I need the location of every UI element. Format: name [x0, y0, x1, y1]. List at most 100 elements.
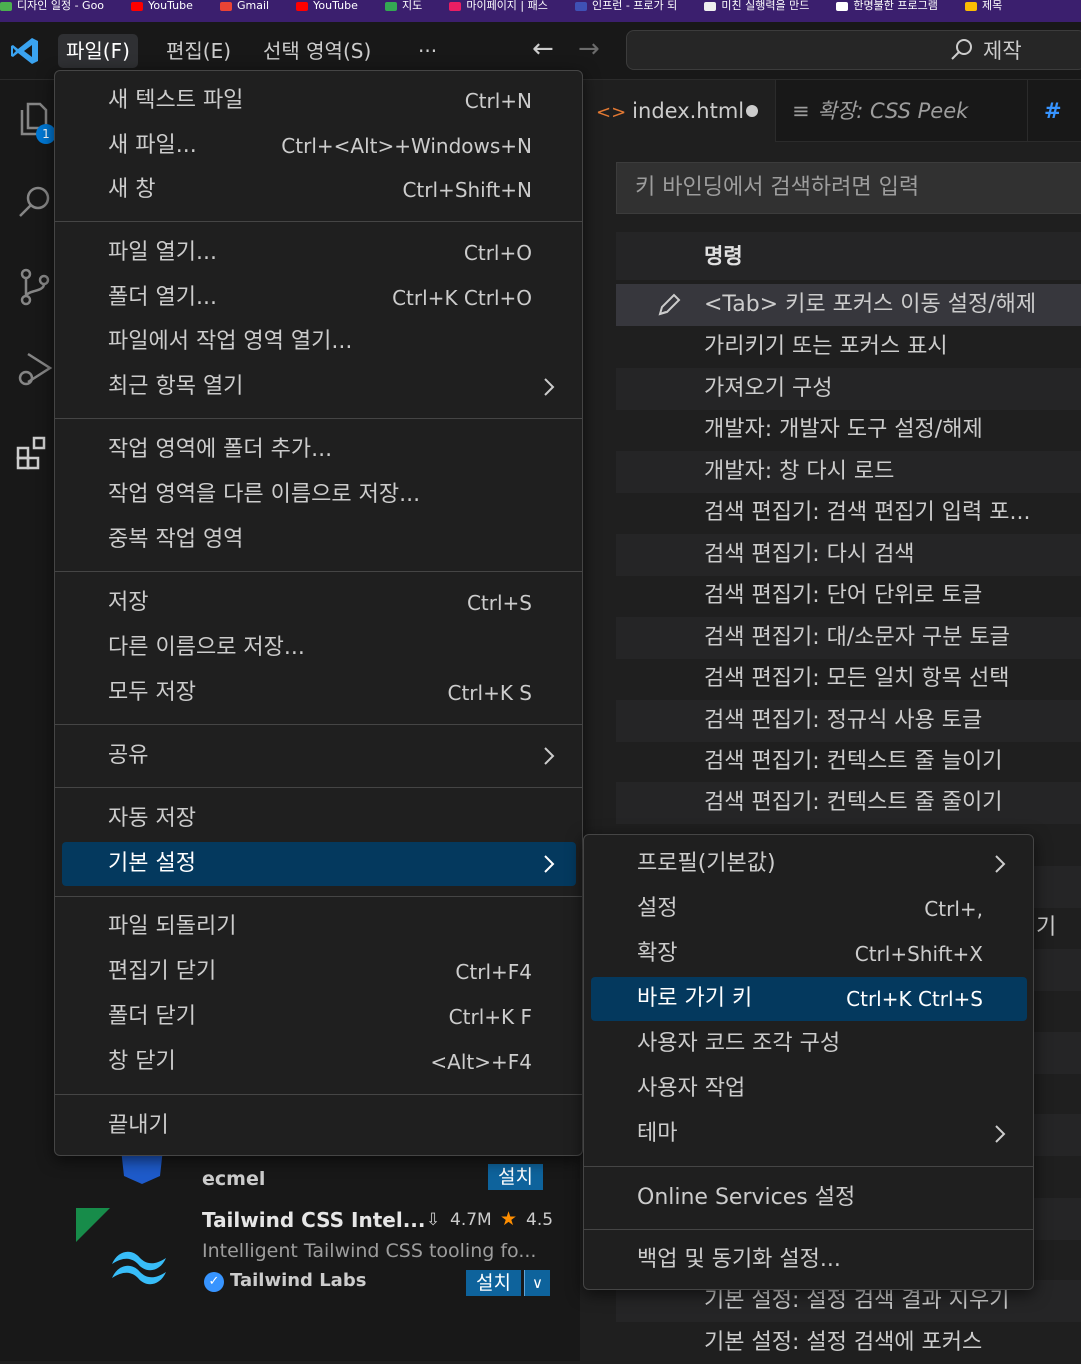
keybinding-row[interactable]: 개발자: 창 다시 로드 [616, 451, 1081, 493]
run-debug-icon[interactable] [14, 348, 56, 390]
tab-index-html[interactable]: <> index.html [580, 80, 776, 142]
command-center-search[interactable]: 제작 [626, 30, 1081, 70]
unsaved-dot-icon[interactable] [746, 105, 758, 117]
menu-separator [55, 896, 582, 897]
menu-item-new-text-file[interactable]: 새 텍스트 파일 Ctrl+N [62, 79, 576, 123]
edit-pencil-icon[interactable] [656, 292, 682, 318]
keybinding-row[interactable]: 검색 편집기: 정규식 사용 토글 [616, 700, 1081, 742]
keybinding-row[interactable]: 가리키기 또는 포커스 표시 [616, 326, 1081, 368]
keybinding-row[interactable]: 검색 편집기: 컨텍스트 줄 줄이기 [616, 782, 1081, 824]
menu-item-theme[interactable]: 테마 [591, 1112, 1027, 1156]
keybinding-row[interactable]: 검색 편집기: 대/소문자 구분 토글 [616, 617, 1081, 659]
keybinding-row[interactable]: <Tab> 키로 포커스 이동 설정/해제 [616, 284, 1081, 326]
keybinding-row[interactable]: 기본 설정: 설정 검색에 포커스 [616, 1322, 1081, 1364]
keybinding-row[interactable]: 검색 편집기: 검색 편집기 입력 포... [616, 492, 1081, 534]
menu-item-profile[interactable]: 프로필(기본값) [591, 842, 1027, 886]
youtube-icon [296, 1, 309, 11]
keybinding-row[interactable]: 개발자: 개발자 도구 설정/해제 [616, 409, 1081, 451]
menu-item-keyboard-shortcuts[interactable]: 바로 가기 키 Ctrl+K Ctrl+S [591, 977, 1027, 1021]
menu-item-open-folder[interactable]: 폴더 열기... Ctrl+K Ctrl+O [62, 276, 576, 320]
menu-item-save-as[interactable]: 다른 이름으로 저장... [62, 626, 576, 670]
tab-css-file[interactable]: # [1028, 80, 1081, 142]
chevron-right-icon [544, 378, 555, 396]
bookmarks-bar: 디자인 일정 - Goo YouTube Gmail YouTube 지도 마이… [0, 0, 1081, 22]
bookmark-item[interactable]: Gmail [219, 0, 269, 17]
bookmark-icon [0, 1, 12, 11]
menu-separator [55, 787, 582, 788]
menu-item-close-folder[interactable]: 폴더 닫기 Ctrl+K F [62, 995, 576, 1039]
bookmark-item[interactable]: 지도 [384, 0, 422, 17]
menu-separator [55, 1094, 582, 1095]
extensions-icon[interactable] [14, 432, 56, 474]
keybinding-row[interactable]: 검색 편집기: 컨텍스트 줄 늘이기 [616, 741, 1081, 783]
keybinding-row[interactable]: 검색 편집기: 단어 단위로 토글 [616, 575, 1081, 617]
menu-item-exit[interactable]: 끝내기 [62, 1104, 576, 1148]
menu-item-save-workspace-as[interactable]: 작업 영역을 다른 이름으로 저장... [62, 473, 576, 517]
menu-separator [55, 571, 582, 572]
bookmark-item[interactable]: 인프런 - 프로가 되 [574, 0, 677, 17]
chevron-right-icon [995, 855, 1006, 873]
menu-item-online-services-settings[interactable]: Online Services 설정 [591, 1176, 1027, 1220]
bookmark-item[interactable]: 마이페이지 | 패스 [449, 0, 548, 17]
install-button[interactable]: 설치 [466, 1270, 521, 1296]
download-icon: ⇩ [426, 1210, 441, 1230]
menu-item-close-editor[interactable]: 편집기 닫기 Ctrl+F4 [62, 950, 576, 994]
search-icon[interactable] [14, 180, 56, 222]
install-button[interactable]: 설치 [488, 1164, 543, 1190]
menu-item-new-file[interactable]: 새 파일... Ctrl+<Alt>+Windows+N [62, 124, 576, 168]
bookmark-item[interactable]: 디자인 일정 - Goo [0, 0, 104, 17]
menu-file[interactable]: 파일(F) [58, 34, 138, 68]
menu-item-duplicate-workspace[interactable]: 중복 작업 영역 [62, 518, 576, 562]
explorer-badge: 1 [36, 124, 56, 144]
menu-selection[interactable]: 선택 영역(S) [255, 34, 379, 68]
menu-item-settings[interactable]: 설정 Ctrl+, [591, 887, 1027, 931]
bookmark-item[interactable]: 미친 실행력을 만드 [704, 0, 809, 17]
menu-separator [584, 1229, 1033, 1230]
forward-arrow-icon[interactable]: → [578, 34, 600, 64]
keybinding-row[interactable]: 검색 편집기: 다시 검색 [616, 534, 1081, 576]
menu-item-save-all[interactable]: 모두 저장 Ctrl+K S [62, 671, 576, 715]
bookmark-item[interactable]: 한명불한 프로그램 [836, 0, 938, 17]
keybinding-row[interactable]: 가져오기 구성 [616, 368, 1081, 410]
menu-item-backup-sync-settings[interactable]: 백업 및 동기화 설정... [591, 1238, 1027, 1282]
editor-tabs: <> index.html ≡ 확장: CSS Peek # [580, 80, 1081, 142]
tab-extension-css-peek[interactable]: ≡ 확장: CSS Peek [776, 80, 1028, 142]
recommended-corner-icon [76, 1208, 110, 1242]
menu-item-new-window[interactable]: 새 창 Ctrl+Shift+N [62, 168, 576, 212]
menu-item-open-file[interactable]: 파일 열기... Ctrl+O [62, 231, 576, 275]
extension-item-tailwind[interactable]: Tailwind CSS Intel... ⇩ 4.7M ★ 4.5 Intel… [76, 1206, 580, 1316]
menu-item-open-recent[interactable]: 최근 항목 열기 [62, 365, 576, 409]
menu-item-auto-save[interactable]: 자동 저장 [62, 797, 576, 841]
menu-item-user-snippets[interactable]: 사용자 코드 조각 구성 [591, 1022, 1027, 1066]
menu-more[interactable]: ··· [410, 34, 445, 68]
bookmark-icon [449, 1, 462, 11]
bookmark-item[interactable]: YouTube [296, 0, 358, 17]
menu-item-add-folder-to-workspace[interactable]: 작업 영역에 폴더 추가... [62, 428, 576, 472]
extension-rating: 4.5 [526, 1210, 554, 1230]
menu-item-user-tasks[interactable]: 사용자 작업 [591, 1067, 1027, 1111]
keybindings-search-input[interactable]: 키 바인딩에서 검색하려면 입력 [616, 162, 1081, 214]
menu-edit[interactable]: 편집(E) [158, 34, 239, 68]
menu-item-extensions[interactable]: 확장 Ctrl+Shift+X [591, 932, 1027, 976]
menu-item-open-workspace-from-file[interactable]: 파일에서 작업 영역 열기... [62, 320, 576, 364]
menu-separator [55, 418, 582, 419]
menu-item-revert-file[interactable]: 파일 되돌리기 [62, 905, 576, 949]
bookmark-item[interactable]: YouTube [131, 0, 193, 17]
maps-icon [384, 1, 397, 11]
menu-item-share[interactable]: 공유 [62, 734, 576, 778]
extension-downloads: 4.7M [450, 1210, 492, 1230]
install-dropdown-chevron-icon[interactable]: ∨ [524, 1270, 550, 1296]
menu-item-save[interactable]: 저장 Ctrl+S [62, 581, 576, 625]
menu-item-close-window[interactable]: 창 닫기 <Alt>+F4 [62, 1040, 576, 1084]
keybinding-row[interactable]: 검색 편집기: 모든 일치 항목 선택 [616, 658, 1081, 700]
bookmark-item[interactable]: 제목 [964, 0, 1002, 17]
keybinding-row-partial-text: 기 [1036, 915, 1057, 940]
menu-separator [584, 1166, 1033, 1167]
drive-icon [964, 1, 977, 11]
menu-item-preferences[interactable]: 기본 설정 [62, 842, 576, 886]
chevron-right-icon [544, 747, 555, 765]
back-arrow-icon[interactable]: ← [532, 34, 554, 64]
menu-separator [55, 724, 582, 725]
source-control-icon[interactable] [14, 266, 56, 308]
extension-publisher: ecmel [202, 1168, 266, 1190]
